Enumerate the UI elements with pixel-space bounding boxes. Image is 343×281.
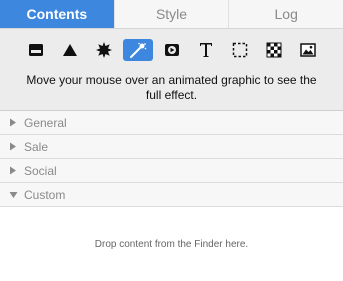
text-tool-button[interactable]: [191, 39, 221, 61]
video-icon: [164, 44, 179, 56]
image-tool-button[interactable]: [293, 39, 323, 61]
disclosure-down-icon: [0, 191, 24, 199]
disclosure-right-icon: [0, 142, 24, 151]
text-icon: [199, 43, 212, 57]
triangle-tool-button[interactable]: [55, 39, 85, 61]
section-general[interactable]: General: [0, 111, 343, 135]
tab-style[interactable]: Style: [113, 0, 229, 28]
section-label: Social: [24, 163, 57, 178]
tab-log[interactable]: Log: [228, 0, 343, 28]
section-label: Custom: [24, 187, 66, 202]
magic-wand-icon: [129, 42, 146, 58]
box-tool-button[interactable]: [21, 39, 51, 61]
section-label: Sale: [24, 139, 49, 154]
section-social[interactable]: Social: [0, 159, 343, 183]
section-label: General: [24, 115, 67, 130]
drop-zone[interactable]: Drop content from the Finder here.: [0, 207, 343, 281]
disclosure-right-icon: [0, 166, 24, 175]
contents-header: Move your mouse over an animated graphic…: [0, 29, 343, 111]
hint-text: Move your mouse over an animated graphic…: [26, 73, 317, 102]
starburst-icon: [95, 42, 112, 58]
triangle-icon: [62, 44, 77, 56]
image-icon: [299, 43, 316, 57]
pattern-tool-button[interactable]: [259, 39, 289, 61]
video-tool-button[interactable]: [157, 39, 187, 61]
starburst-tool-button[interactable]: [89, 39, 119, 61]
tab-bar: Contents Style Log: [0, 0, 343, 29]
selection-icon: [232, 42, 247, 58]
box-icon: [28, 44, 43, 56]
section-sale[interactable]: Sale: [0, 135, 343, 159]
section-custom[interactable]: Custom: [0, 183, 343, 207]
drop-zone-text: Drop content from the Finder here.: [94, 238, 249, 250]
tab-contents[interactable]: Contents: [0, 0, 114, 28]
disclosure-right-icon: [0, 118, 24, 127]
magic-wand-tool-button[interactable]: [122, 39, 153, 61]
selection-tool-button[interactable]: [225, 39, 255, 61]
pattern-icon: [266, 42, 281, 58]
graphic-type-toolbar: [0, 29, 343, 62]
